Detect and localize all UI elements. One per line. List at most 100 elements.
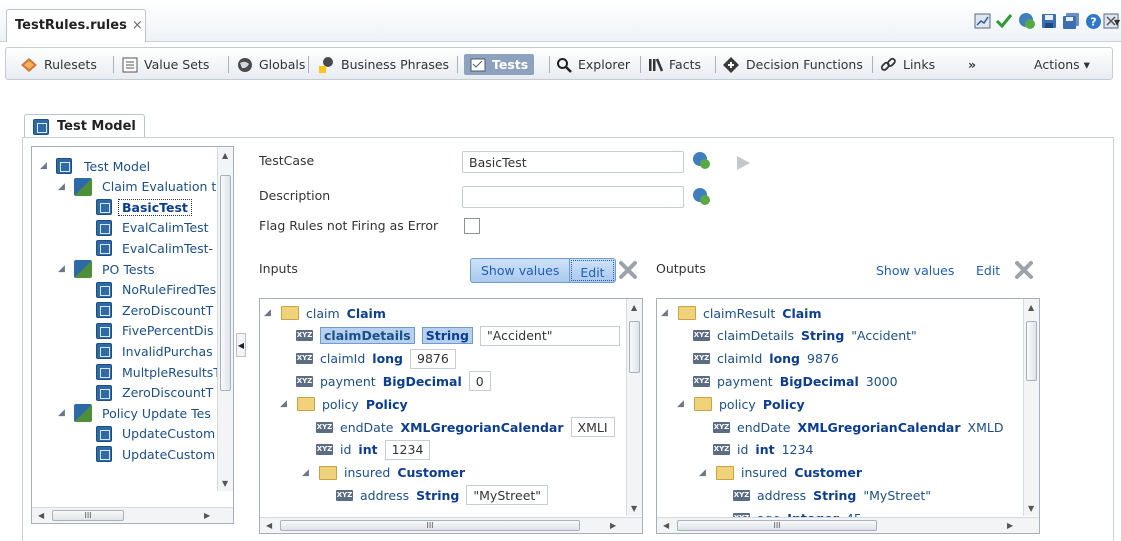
more-tabs-icon[interactable]: » — [968, 54, 976, 75]
expand-triangle-icon[interactable]: ◢ — [264, 308, 274, 318]
tab-value-sets[interactable]: Value Sets — [122, 54, 209, 75]
tree-test-item[interactable]: NoRuleFiredTes — [96, 280, 216, 300]
inputs-edit-button[interactable]: Edit — [571, 260, 614, 281]
tree-test-item[interactable]: ZeroDiscountT — [96, 300, 213, 320]
fact-field-row[interactable]: XYZ claimId long 9876 — [296, 348, 456, 370]
outputs-show-values-link[interactable]: Show values — [876, 263, 954, 278]
fact-value-input[interactable]: 9876 — [410, 348, 456, 369]
check-icon[interactable] — [995, 12, 1013, 30]
scroll-right-icon[interactable]: ▶ — [204, 511, 210, 520]
tree-test-item[interactable]: EvalCalimTest- — [96, 238, 213, 258]
expand-triangle-icon[interactable]: ◢ — [40, 161, 50, 171]
inputs-hscroll-thumb[interactable]: III — [280, 520, 580, 531]
save-all-icon[interactable] — [1062, 12, 1080, 30]
fact-field-row[interactable]: XYZ claimDetails String "Accident" — [693, 325, 917, 347]
scroll-down-icon[interactable]: ▼ — [1028, 504, 1034, 513]
validate-description-icon[interactable] — [692, 187, 712, 210]
scroll-right-icon[interactable]: ▶ — [610, 521, 616, 530]
scroll-up-icon[interactable]: ▲ — [631, 303, 637, 312]
tree-test-item[interactable]: UpdateCustom — [96, 444, 215, 464]
tree-suite[interactable]: ◢ Claim Evaluation t — [58, 177, 216, 197]
tree-test-item[interactable]: MultpleResultsT — [96, 362, 221, 382]
tree-test-item[interactable]: EvalCalimTest — [96, 218, 209, 238]
tree-test-item[interactable]: InvalidPurchas — [96, 341, 213, 361]
tab-decision-functions[interactable]: Decision Functions — [722, 54, 863, 75]
tree-suite[interactable]: ◢ PO Tests — [58, 259, 154, 279]
description-input[interactable] — [462, 186, 684, 208]
fact-field-row[interactable]: XYZ payment BigDecimal 3000 — [693, 370, 898, 392]
expand-triangle-icon[interactable]: ◢ — [58, 182, 68, 192]
scroll-up-icon[interactable]: ▲ — [222, 151, 228, 160]
expand-triangle-icon[interactable]: ◢ — [280, 399, 290, 409]
tree-test-item[interactable]: UpdateCustom — [96, 424, 215, 444]
fact-field-row[interactable]: XYZ address String "MyStreet" — [336, 484, 549, 506]
tab-rulesets[interactable]: Rulesets — [20, 54, 97, 75]
expand-triangle-icon[interactable]: ◢ — [58, 408, 68, 418]
expand-triangle-icon[interactable]: ◢ — [302, 468, 312, 478]
scroll-left-icon[interactable]: ◀ — [266, 521, 272, 530]
fact-field-row[interactable]: XYZ payment BigDecimal 0 — [296, 370, 491, 392]
fact-field-row[interactable]: XYZ id int 1234 — [713, 439, 813, 461]
expand-triangle-icon[interactable]: ◢ — [677, 399, 687, 409]
tree-root[interactable]: ◢ Test Model — [40, 156, 150, 176]
scroll-left-icon[interactable]: ◀ — [38, 511, 44, 520]
testcase-input[interactable]: BasicTest — [462, 151, 684, 173]
fact-value-input[interactable]: "MyStreet" — [466, 485, 549, 506]
validate-testcase-icon[interactable] — [692, 151, 712, 174]
tree-hscroll[interactable]: ◀ III ▶ — [32, 507, 233, 523]
fact-field-row[interactable]: XYZ address String "MyStreet" — [733, 484, 931, 506]
outputs-vscroll[interactable]: ▲ ▼ — [1023, 299, 1039, 516]
actions-menu[interactable]: Actions ▾ — [1034, 54, 1090, 75]
fact-value-input[interactable]: "Accident" — [480, 325, 620, 346]
fact-field-row[interactable]: XYZ claimId long 9876 — [693, 348, 839, 370]
save-icon[interactable] — [1040, 12, 1058, 30]
outputs-hscroll[interactable]: ◀ III ▶ — [657, 517, 1039, 533]
tree-vscroll[interactable]: ▲ ▼ — [217, 147, 233, 491]
close-icon[interactable]: × — [132, 18, 143, 33]
fact-object-row[interactable]: ◢ claim Claim — [264, 302, 386, 324]
outputs-hscroll-thumb[interactable]: III — [677, 520, 877, 531]
run-test-icon[interactable] — [735, 155, 751, 174]
outputs-delete-icon[interactable] — [1014, 260, 1034, 283]
scroll-down-icon[interactable]: ▼ — [222, 479, 228, 488]
fact-object-row[interactable]: ◢ policy Policy — [280, 393, 408, 415]
test-model-tab[interactable]: Test Model — [24, 114, 145, 138]
scroll-left-icon[interactable]: ◀ — [663, 521, 669, 530]
tab-business-phrases[interactable]: Business Phrases — [317, 54, 449, 75]
scroll-down-icon[interactable]: ▼ — [631, 504, 637, 513]
tree-vscroll-thumb[interactable] — [220, 175, 231, 391]
fact-field-row[interactable]: XYZ id int 1234 — [316, 439, 431, 461]
collapse-panel-icon[interactable]: ◀ — [236, 333, 246, 357]
tree-test-item[interactable]: BasicTest — [96, 197, 192, 217]
fact-value-input[interactable]: XMLI — [570, 417, 615, 437]
fact-object-row[interactable]: ◢ policy Policy — [677, 393, 805, 415]
tree-test-item[interactable]: FivePercentDis — [96, 321, 214, 341]
fact-field-row[interactable]: XYZ endDate XMLGregorianCalendar XMLI — [316, 416, 615, 438]
inputs-show-values-button[interactable]: Show values — [471, 259, 571, 282]
editor-tab[interactable]: TestRules.rules × — [6, 9, 146, 42]
tree-test-item[interactable]: ZeroDiscountT — [96, 383, 213, 403]
tree-hscroll-thumb[interactable]: III — [52, 510, 124, 521]
fact-object-row[interactable]: ◢ insured Customer — [699, 462, 862, 484]
flag-checkbox[interactable] — [464, 218, 480, 234]
outputs-vscroll-thumb[interactable] — [1026, 321, 1037, 381]
expand-triangle-icon[interactable]: ◢ — [699, 468, 709, 478]
chart-icon[interactable] — [973, 12, 991, 30]
inputs-hscroll[interactable]: ◀ III ▶ — [260, 517, 642, 533]
tab-facts[interactable]: Facts — [647, 54, 701, 75]
tab-tests[interactable]: Tests — [464, 54, 535, 75]
fact-field-row[interactable]: XYZ endDate XMLGregorianCalendar XMLD — [713, 416, 1003, 438]
tab-globals[interactable]: Globals — [237, 54, 305, 75]
inputs-vscroll-thumb[interactable] — [629, 321, 640, 373]
inputs-vscroll[interactable]: ▲ ▼ — [626, 299, 642, 516]
inputs-delete-icon[interactable] — [618, 260, 638, 283]
tree-suite[interactable]: ◢ Policy Update Tes — [58, 403, 211, 423]
expand-triangle-icon[interactable]: ◢ — [661, 308, 671, 318]
fact-object-row[interactable]: ◢ insured Customer — [302, 462, 465, 484]
fact-value-input[interactable]: 0 — [468, 371, 491, 392]
scroll-up-icon[interactable]: ▲ — [1028, 303, 1034, 312]
dropdown-icon[interactable]: ▼ — [1114, 18, 1120, 27]
outputs-edit-link[interactable]: Edit — [976, 263, 1000, 278]
expand-triangle-icon[interactable]: ◢ — [58, 264, 68, 274]
tab-explorer[interactable]: Explorer — [556, 54, 630, 75]
